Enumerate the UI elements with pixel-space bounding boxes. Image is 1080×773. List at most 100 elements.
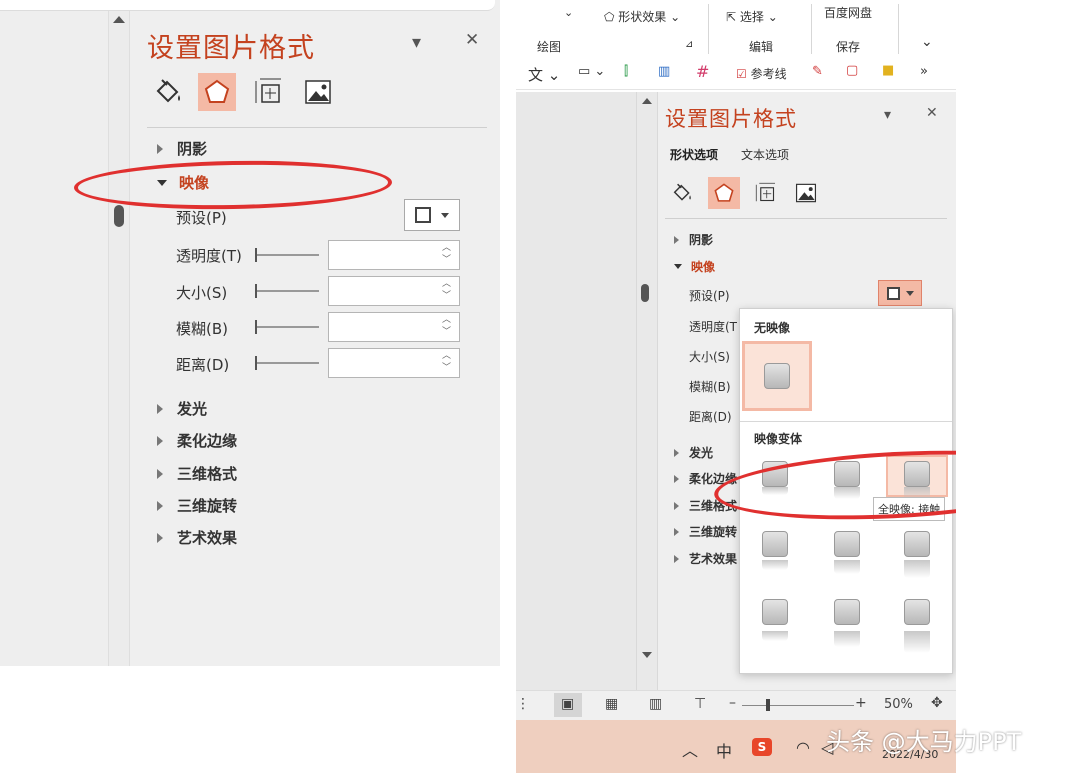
section-artistic-effects[interactable]: 艺术效果 bbox=[157, 527, 237, 548]
vertical-scrollbar[interactable] bbox=[636, 92, 658, 690]
preset-full-reflection-4pt[interactable] bbox=[904, 531, 930, 578]
zoom-slider-thumb[interactable] bbox=[766, 699, 770, 711]
close-icon[interactable]: ✕ bbox=[465, 32, 479, 49]
zoom-out-button[interactable]: – bbox=[729, 695, 736, 711]
align-icon[interactable]: ⫿ bbox=[624, 64, 628, 79]
fit-to-window-icon[interactable]: ✥ bbox=[931, 695, 943, 711]
section-artistic-effects[interactable]: 艺术效果 bbox=[674, 550, 737, 567]
size-label: 大小(S) bbox=[689, 350, 730, 364]
size-slider[interactable] bbox=[255, 284, 319, 298]
zoom-in-button[interactable]: + bbox=[855, 695, 867, 711]
section-shadow[interactable]: 阴影 bbox=[674, 231, 713, 248]
slide-sorter-icon[interactable]: ▦ bbox=[605, 696, 618, 712]
blur-label: 模糊(B) bbox=[689, 380, 731, 394]
bar-chart-icon[interactable]: ▥ bbox=[658, 64, 670, 79]
picture-icon[interactable] bbox=[299, 73, 337, 111]
size-properties-icon[interactable] bbox=[751, 178, 781, 208]
format-picture-pane-right: ⌄ ⬠ 形状效果 ⌄ ⇱ 选择 ⌄ 百度网盘 绘图 ⊿ 编辑 保存 ⌄ 文 ⌄ … bbox=[516, 0, 956, 773]
size-spinbox[interactable]: ︿ ﹀ bbox=[328, 276, 460, 306]
preset-dropdown-button[interactable] bbox=[878, 280, 922, 306]
section-reflection[interactable]: 映像 bbox=[674, 258, 715, 275]
preset-half-reflection-4pt[interactable] bbox=[834, 531, 860, 574]
distance-spinbox[interactable]: ︿ ﹀ bbox=[328, 348, 460, 378]
zoom-slider[interactable] bbox=[742, 705, 854, 706]
blur-slider[interactable] bbox=[255, 320, 319, 334]
expand-triangle-icon bbox=[157, 143, 163, 154]
preset-label: 预设(P) bbox=[176, 209, 227, 227]
transparency-slider[interactable] bbox=[255, 248, 319, 262]
section-soft-edges[interactable]: 柔化边缘 bbox=[157, 430, 237, 451]
color-square-icon[interactable]: ■ bbox=[882, 63, 894, 78]
section-glow[interactable]: 发光 bbox=[157, 398, 207, 419]
watermark: 头条 @大马力PPT bbox=[826, 728, 1022, 756]
chevron-down-icon[interactable]: ⌄ bbox=[564, 6, 573, 19]
preset-half-reflection-8pt[interactable] bbox=[834, 599, 860, 647]
gallery-header-variants: 映像变体 bbox=[754, 432, 803, 446]
scrollbar-thumb[interactable] bbox=[641, 284, 649, 302]
size-label: 大小(S) bbox=[176, 284, 228, 302]
ime-icon[interactable]: 中 bbox=[716, 738, 732, 762]
window-top-strip bbox=[0, 0, 495, 11]
fill-line-icon[interactable] bbox=[149, 73, 187, 111]
eyedropper-icon[interactable]: ✎ bbox=[812, 64, 823, 79]
status-menu-icon[interactable]: ⋮ bbox=[516, 696, 530, 712]
more-overflow-icon[interactable]: » bbox=[920, 64, 928, 79]
text-format-button[interactable]: 文 ⌄ bbox=[528, 64, 560, 85]
chevron-up-icon[interactable]: ︿ bbox=[682, 737, 698, 761]
crop-frame-icon[interactable]: ▢ bbox=[846, 63, 858, 78]
ribbon-expand-chevron-icon[interactable]: ⌄ bbox=[921, 34, 933, 50]
preset-no-reflection[interactable] bbox=[742, 341, 812, 411]
preset-square-icon bbox=[415, 207, 431, 223]
scroll-up-arrow-icon[interactable] bbox=[642, 98, 652, 104]
normal-view-icon: ▣ bbox=[561, 696, 575, 712]
close-icon[interactable]: ✕ bbox=[926, 106, 938, 120]
picture-icon[interactable] bbox=[791, 178, 821, 208]
baidu-netdisk-button[interactable]: 百度网盘 bbox=[824, 4, 872, 21]
group-label-save: 保存 bbox=[836, 40, 861, 54]
preset-thumbnail bbox=[764, 363, 790, 389]
size-properties-icon[interactable] bbox=[250, 73, 288, 111]
layout-button[interactable]: ▭ ⌄ bbox=[578, 64, 605, 79]
section-glow[interactable]: 发光 bbox=[674, 444, 713, 461]
scroll-up-arrow-icon[interactable] bbox=[113, 16, 125, 23]
slide-area bbox=[0, 11, 108, 666]
transparency-label: 透明度(T) bbox=[176, 247, 242, 265]
guides-checkbox[interactable]: ☑ 参考线 bbox=[736, 65, 787, 82]
preset-dropdown-button[interactable] bbox=[404, 199, 460, 231]
scrollbar-thumb[interactable] bbox=[114, 205, 124, 227]
shape-effects-button[interactable]: ⬠ 形状效果 ⌄ bbox=[604, 8, 680, 25]
select-button[interactable]: ⇱ 选择 ⌄ bbox=[726, 8, 778, 25]
vertical-scrollbar[interactable] bbox=[108, 11, 130, 666]
distance-slider[interactable] bbox=[255, 356, 319, 370]
dialog-launcher-icon[interactable]: ⊿ bbox=[685, 39, 693, 50]
reading-view-icon[interactable]: ▥ bbox=[649, 696, 662, 712]
effects-icon[interactable] bbox=[198, 73, 236, 111]
pane-options-chevron-icon[interactable]: ▾ bbox=[412, 34, 421, 52]
sogou-ime-icon[interactable]: S bbox=[752, 738, 772, 756]
preset-tight-reflection-4pt[interactable] bbox=[762, 531, 788, 570]
pane-options-chevron-icon[interactable]: ▾ bbox=[884, 108, 891, 122]
cursor-icon: ⇱ bbox=[726, 10, 737, 24]
pane-title: 设置图片格式 bbox=[147, 33, 315, 64]
tab-text-options[interactable]: 文本选项 bbox=[741, 146, 789, 163]
fill-line-icon[interactable] bbox=[667, 178, 697, 208]
transparency-spinbox[interactable]: ︿ ﹀ bbox=[328, 240, 460, 270]
zoom-level[interactable]: 50% bbox=[884, 697, 913, 712]
grid-icon[interactable]: # bbox=[696, 62, 709, 81]
wifi-icon[interactable]: ◠ bbox=[796, 738, 810, 757]
gallery-header-none: 无映像 bbox=[754, 321, 791, 335]
slide-area bbox=[516, 92, 636, 690]
section-shadow[interactable]: 阴影 bbox=[157, 138, 207, 159]
slideshow-icon[interactable]: ⊤ bbox=[694, 696, 706, 712]
preset-full-reflection-8pt[interactable] bbox=[904, 599, 930, 653]
section-3d-rotation[interactable]: 三维旋转 bbox=[674, 523, 737, 540]
section-3d-rotation[interactable]: 三维旋转 bbox=[157, 495, 237, 516]
tab-shape-options[interactable]: 形状选项 bbox=[670, 146, 718, 163]
preset-tight-reflection-8pt[interactable] bbox=[762, 599, 788, 641]
section-3d-format[interactable]: 三维格式 bbox=[157, 463, 237, 484]
shape-effects-icon: ⬠ bbox=[604, 10, 615, 24]
scroll-down-arrow-icon[interactable] bbox=[642, 652, 652, 658]
format-picture-pane-left: 设置图片格式 ▾ ✕ 阴影 映像 预设(P) 透明度(T) ︿ ﹀ 大小(S) ︿… bbox=[0, 0, 500, 666]
blur-spinbox[interactable]: ︿ ﹀ bbox=[328, 312, 460, 342]
effects-icon[interactable] bbox=[708, 177, 740, 209]
